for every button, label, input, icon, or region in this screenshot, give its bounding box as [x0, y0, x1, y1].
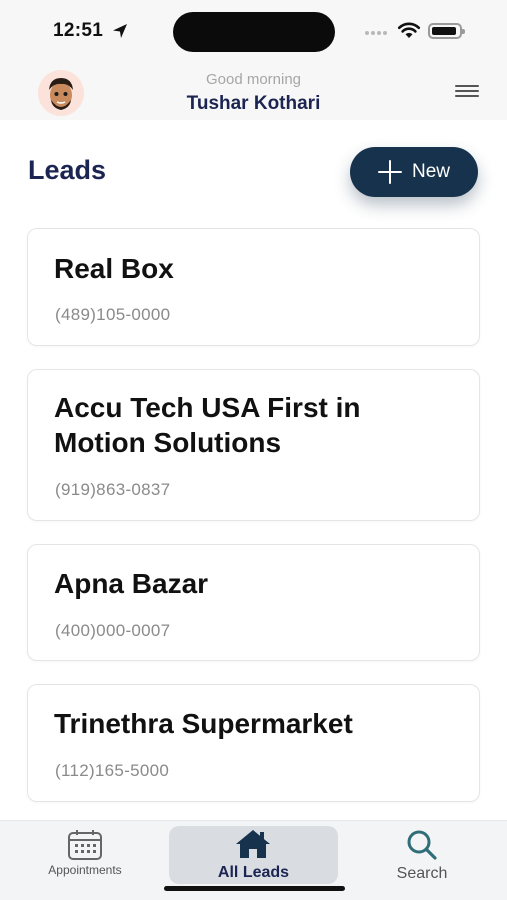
app-header: Good morning Tushar Kothari: [0, 62, 507, 120]
lead-phone: (489)105-0000: [55, 305, 171, 324]
lead-name: Apna Bazar: [54, 568, 209, 599]
lead-phone: (919)863-0837: [55, 480, 171, 499]
calendar-icon: [68, 830, 102, 860]
lead-phone: (400)000-0007: [55, 621, 171, 640]
new-button-label: New: [411, 161, 450, 182]
cellular-signal-icon: [365, 31, 387, 37]
lead-name: Accu Tech USA First in Motion Solutions: [54, 392, 361, 458]
lead-card[interactable]: Real Box (489)105-0000: [27, 228, 480, 346]
lead-card[interactable]: Accu Tech USA First in Motion Solutions …: [27, 369, 480, 521]
tab-label: Search: [396, 865, 448, 882]
home-indicator: [164, 886, 345, 891]
home-icon: [236, 830, 270, 858]
status-bar: 12:51: [0, 0, 507, 62]
lead-card[interactable]: Apna Bazar (400)000-0007: [27, 544, 480, 661]
tab-search[interactable]: Search: [372, 821, 472, 887]
wifi-icon: [397, 22, 421, 38]
lead-card[interactable]: Trinethra Supermarket (112)165-5000: [27, 684, 480, 802]
lead-name: Trinethra Supermarket: [54, 708, 353, 739]
status-time: 12:51: [53, 20, 104, 41]
dynamic-island: [173, 12, 335, 52]
location-arrow-icon: [113, 24, 127, 38]
tab-appointments[interactable]: Appointments: [30, 821, 140, 887]
user-name: Tushar Kothari: [186, 93, 321, 114]
page-title: Leads: [28, 155, 107, 185]
hamburger-menu-icon[interactable]: [455, 85, 479, 99]
battery-icon: [428, 23, 465, 39]
tab-all-leads[interactable]: All Leads: [169, 826, 338, 884]
tab-label: All Leads: [217, 864, 290, 881]
new-lead-button[interactable]: New: [350, 147, 478, 197]
lead-phone: (112)165-5000: [55, 761, 170, 780]
tab-label: Appointments: [48, 863, 122, 877]
search-icon: [407, 830, 437, 860]
plus-icon: [377, 160, 402, 184]
lead-name: Real Box: [54, 253, 174, 284]
greeting-text: Good morning: [205, 71, 302, 88]
